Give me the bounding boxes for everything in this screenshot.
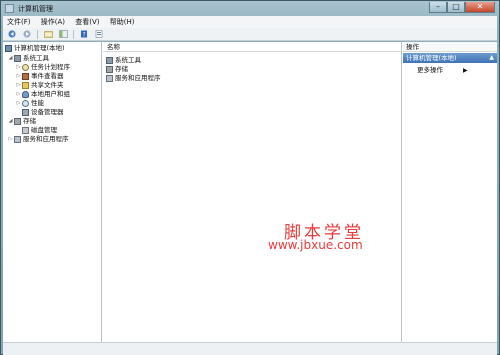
- tree-label: 服务和应用程序: [23, 135, 69, 143]
- list-item-label: 存储: [115, 65, 128, 73]
- results-pane: 名称 系统工具 存储 服务和应用程序: [103, 42, 402, 342]
- device-manager-icon: [22, 109, 29, 116]
- storage-icon: [14, 118, 21, 125]
- clock-icon: [22, 64, 29, 71]
- minimize-button[interactable]: –: [429, 2, 447, 13]
- svg-text:?: ?: [82, 31, 85, 38]
- forward-button[interactable]: [21, 29, 33, 40]
- tree-item-device-manager[interactable]: 设备管理器: [22, 108, 64, 117]
- column-header-name[interactable]: 名称: [103, 42, 401, 52]
- tree-label: 计算机管理(本地): [14, 44, 65, 52]
- menu-file[interactable]: 文件(F): [3, 16, 35, 28]
- tree-label: 本地用户和组: [31, 90, 70, 98]
- main-window: 计算机管理 – □ ✕ 文件(F) 操作(A) 查看(V) 帮助(H) ? 计算…: [0, 0, 500, 355]
- tools-icon: [106, 57, 113, 64]
- help-button[interactable]: ?: [78, 29, 90, 40]
- actions-section-label: 计算机管理(本地): [406, 54, 457, 62]
- list-item[interactable]: 服务和应用程序: [106, 74, 161, 83]
- show-hide-tree-button[interactable]: [57, 29, 69, 40]
- shared-folder-icon: [22, 82, 29, 89]
- list-item[interactable]: 系统工具: [106, 56, 141, 65]
- disk-icon: [22, 127, 29, 134]
- actions-header: 操作: [403, 42, 497, 52]
- properties-icon: [95, 30, 102, 38]
- services-icon: [14, 136, 21, 143]
- more-actions-link[interactable]: 更多操作: [417, 66, 443, 75]
- properties-button[interactable]: [93, 29, 105, 40]
- list-item[interactable]: 存储: [106, 65, 128, 74]
- back-arrow-icon: [7, 30, 16, 38]
- tree-item-disk-management[interactable]: 磁盘管理: [22, 126, 57, 135]
- menu-view[interactable]: 查看(V): [71, 16, 103, 28]
- performance-icon: [22, 100, 29, 107]
- forward-arrow-icon: [22, 30, 31, 38]
- menu-bar: 文件(F) 操作(A) 查看(V) 帮助(H): [3, 16, 497, 28]
- tools-icon: [14, 55, 21, 62]
- tree-item-local-users[interactable]: ▷ 本地用户和组: [15, 90, 70, 99]
- expand-triangle-icon[interactable]: ▷: [7, 135, 14, 144]
- actions-section-header[interactable]: 计算机管理(本地) ▲: [403, 53, 497, 63]
- tree-label: 任务计划程序: [31, 63, 70, 71]
- content-area: 计算机管理(本地) ◢ 系统工具 ▷ 任务计划程序 ▷ 事件查看器 ▷ 共享文件…: [3, 42, 497, 342]
- list-item-label: 服务和应用程序: [115, 74, 161, 82]
- storage-icon: [106, 66, 113, 73]
- menu-action[interactable]: 操作(A): [37, 16, 69, 28]
- title-bar[interactable]: 计算机管理 – □ ✕: [5, 2, 497, 16]
- window-controls: – □ ✕: [429, 2, 495, 14]
- folder-up-icon: [43, 31, 53, 38]
- tree-item-performance[interactable]: ▷ 性能: [15, 99, 44, 108]
- close-button[interactable]: ✕: [465, 2, 495, 13]
- toolbar: ?: [3, 28, 497, 41]
- tree-item-system-tools[interactable]: ◢ 系统工具: [7, 54, 49, 63]
- users-icon: [22, 91, 29, 98]
- tree-item-services-apps[interactable]: ▷ 服务和应用程序: [7, 135, 69, 144]
- collapse-triangle-icon[interactable]: ◢: [7, 54, 14, 63]
- expand-triangle-icon[interactable]: ▷: [15, 63, 22, 72]
- tree-item-task-scheduler[interactable]: ▷ 任务计划程序: [15, 63, 70, 72]
- services-icon: [106, 75, 113, 82]
- expand-triangle-icon[interactable]: ▷: [15, 99, 22, 108]
- tree-item-storage[interactable]: ◢ 存储: [7, 117, 36, 126]
- collapse-caret-icon[interactable]: ▲: [489, 53, 494, 63]
- expand-triangle-icon[interactable]: ▷: [15, 72, 22, 81]
- tree-item-event-viewer[interactable]: ▷ 事件查看器: [15, 72, 64, 81]
- collapse-triangle-icon[interactable]: ◢: [7, 117, 14, 126]
- event-log-icon: [22, 73, 29, 80]
- tree-label: 存储: [23, 117, 36, 125]
- menu-help[interactable]: 帮助(H): [106, 16, 139, 28]
- tree-label: 磁盘管理: [31, 126, 57, 134]
- list-item-label: 系统工具: [115, 56, 141, 64]
- expand-triangle-icon[interactable]: ▷: [15, 81, 22, 90]
- tree-label: 设备管理器: [31, 108, 64, 116]
- console-tree-icon: [58, 30, 68, 38]
- window-title: 计算机管理: [18, 5, 53, 13]
- computer-icon: [5, 45, 12, 52]
- tree-item-root[interactable]: 计算机管理(本地): [5, 44, 65, 53]
- status-bar: [3, 342, 497, 355]
- submenu-arrow-icon: ▶: [463, 67, 468, 74]
- tree-label: 共享文件夹: [31, 81, 64, 89]
- tree-label: 性能: [31, 99, 44, 107]
- console-tree: 计算机管理(本地) ◢ 系统工具 ▷ 任务计划程序 ▷ 事件查看器 ▷ 共享文件…: [3, 42, 102, 342]
- tree-label: 系统工具: [23, 54, 49, 62]
- tree-label: 事件查看器: [31, 72, 64, 80]
- actions-pane: 操作 计算机管理(本地) ▲ 更多操作 ▶: [403, 42, 497, 342]
- maximize-button[interactable]: □: [447, 2, 465, 13]
- tree-item-shared-folders[interactable]: ▷ 共享文件夹: [15, 81, 64, 90]
- toolbar-separator: [37, 29, 38, 39]
- app-icon: [5, 4, 14, 13]
- watermark-url: www.jbxue.com: [268, 238, 363, 252]
- help-icon: ?: [80, 30, 87, 38]
- back-button[interactable]: [6, 29, 18, 40]
- toolbar-separator: [73, 29, 74, 39]
- up-level-button[interactable]: [42, 29, 54, 40]
- expand-triangle-icon[interactable]: ▷: [15, 90, 22, 99]
